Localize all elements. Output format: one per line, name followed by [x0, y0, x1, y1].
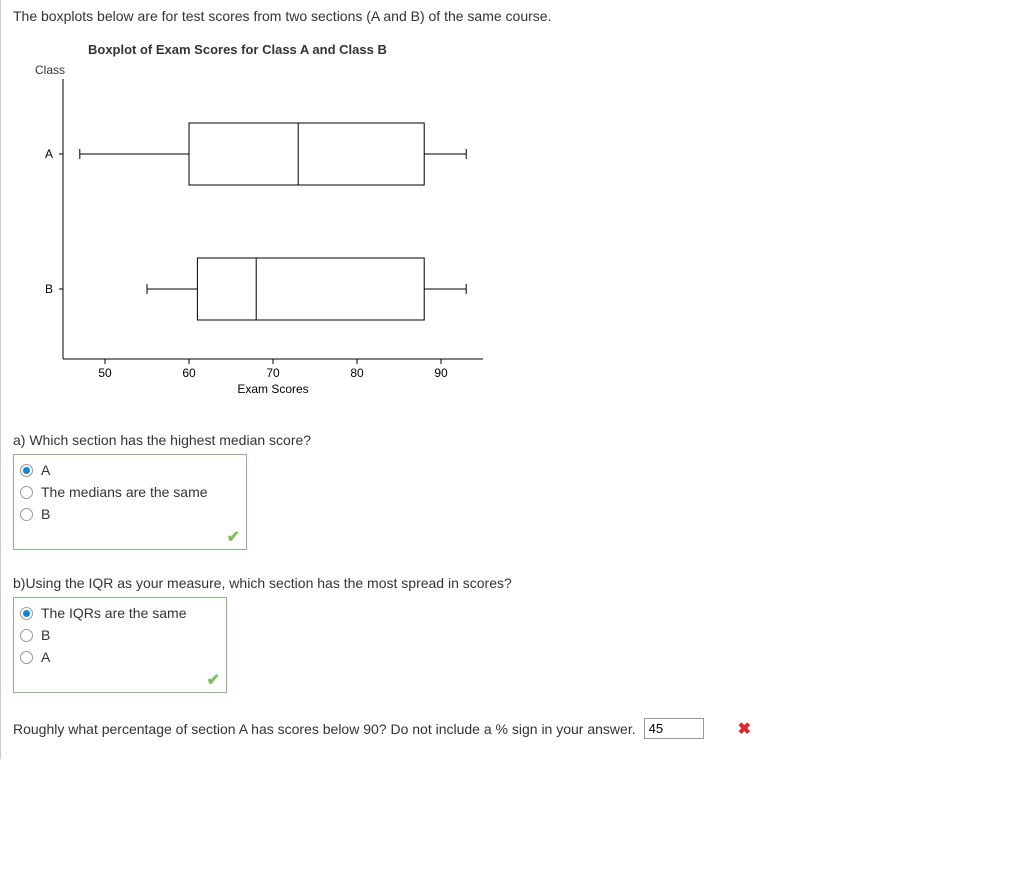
question-a: a) Which section has the highest median …	[13, 432, 1012, 550]
question-c-prompt: Roughly what percentage of section A has…	[13, 721, 636, 737]
svg-text:B: B	[45, 282, 53, 296]
option-label: B	[41, 627, 50, 643]
option-label: B	[41, 506, 50, 522]
question-a-answer-box: A The medians are the same B ✔	[13, 454, 247, 550]
option-label: The IQRs are the same	[41, 605, 187, 621]
option-row[interactable]: B	[20, 503, 240, 525]
option-label: A	[41, 462, 50, 478]
question-c-input[interactable]	[644, 718, 704, 739]
cross-icon: ✖	[738, 719, 751, 739]
option-row[interactable]: B	[20, 624, 220, 646]
checkmark-icon: ✔	[207, 672, 220, 689]
chart-title: Boxplot of Exam Scores for Class A and C…	[88, 42, 1012, 57]
intro-text: The boxplots below are for test scores f…	[13, 8, 1012, 24]
radio-button[interactable]	[20, 607, 33, 620]
question-a-prompt: a) Which section has the highest median …	[13, 432, 1012, 448]
option-label: A	[41, 649, 50, 665]
svg-text:70: 70	[266, 366, 280, 380]
option-row[interactable]: A	[20, 646, 220, 668]
checkmark-icon: ✔	[227, 529, 240, 546]
option-row[interactable]: A	[20, 459, 240, 481]
question-b-answer-box: The IQRs are the same BA ✔	[13, 597, 227, 693]
option-label: The medians are the same	[41, 484, 208, 500]
svg-text:80: 80	[350, 366, 364, 380]
svg-text:A: A	[45, 147, 53, 161]
option-row[interactable]: The medians are the same	[20, 481, 240, 503]
svg-text:50: 50	[98, 366, 112, 380]
svg-text:60: 60	[182, 366, 196, 380]
radio-button[interactable]	[20, 508, 33, 521]
svg-text:90: 90	[434, 366, 448, 380]
radio-button[interactable]	[20, 651, 33, 664]
question-c: Roughly what percentage of section A has…	[13, 718, 1012, 739]
radio-button[interactable]	[20, 464, 33, 477]
radio-button[interactable]	[20, 486, 33, 499]
question-b: b)Using the IQR as your measure, which s…	[13, 575, 1012, 693]
y-axis-label: Class	[35, 63, 1012, 77]
option-row[interactable]: The IQRs are the same	[20, 602, 220, 624]
question-b-prompt: b)Using the IQR as your measure, which s…	[13, 575, 1012, 591]
radio-button[interactable]	[20, 629, 33, 642]
boxplot-chart: Boxplot of Exam Scores for Class A and C…	[33, 42, 1012, 402]
boxplot-svg: 50 60 70 80 90 Exam Scores A B	[33, 79, 493, 399]
svg-text:Exam Scores: Exam Scores	[237, 382, 308, 396]
